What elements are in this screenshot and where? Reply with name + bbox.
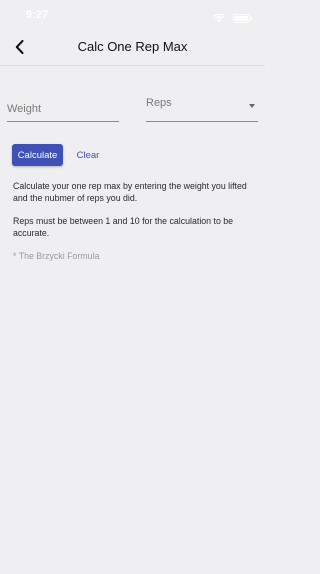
app-header: Calc One Rep Max [0, 28, 265, 66]
status-bar: 9:27 [0, 0, 265, 28]
reps-label: Reps [146, 97, 172, 109]
calculate-button[interactable]: Calculate [12, 144, 63, 166]
page-title: Calc One Rep Max [77, 39, 188, 54]
status-icons [212, 10, 253, 28]
reps-dropdown[interactable]: Reps [146, 92, 258, 122]
weight-field[interactable] [7, 92, 119, 122]
reps-requirement-text: Reps must be between 1 and 10 for the ca… [13, 216, 234, 238]
dropdown-arrow-icon [249, 104, 255, 108]
clear-button[interactable]: Clear [72, 144, 104, 166]
battery-icon [233, 14, 252, 23]
weight-input[interactable] [7, 92, 119, 121]
formula-note: * The Brzycki Formula [13, 251, 100, 261]
wifi-icon [212, 13, 225, 23]
status-time: 9:27 [26, 9, 49, 21]
instructions-text: Calculate your one rep max by entering t… [13, 181, 247, 203]
